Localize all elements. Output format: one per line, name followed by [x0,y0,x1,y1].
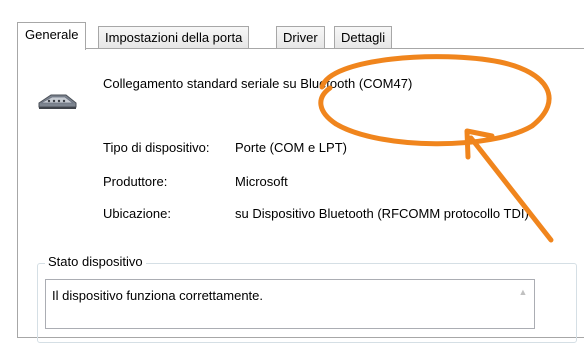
tab-strip: Generale Impostazioni della porta Driver… [17,22,584,50]
device-status-textbox[interactable]: Il dispositivo funziona correttamente. ▲ [45,279,535,329]
location-value: su Dispositivo Bluetooth (RFCOMM protoco… [235,206,529,221]
tab-generale[interactable]: Generale [17,22,87,50]
tab-driver[interactable]: Driver [276,26,325,48]
serial-port-icon [37,86,79,115]
device-status-title: Stato dispositivo [45,254,146,269]
manufacturer-value: Microsoft [235,174,288,189]
device-name: Collegamento standard seriale su Bluetoo… [103,76,413,91]
location-label: Ubicazione: [103,206,171,221]
tab-impostazioni-porta[interactable]: Impostazioni della porta [98,26,250,48]
tab-dettagli[interactable]: Dettagli [334,26,393,48]
device-type-value: Porte (COM e LPT) [235,140,347,155]
scroll-up-arrow-icon[interactable]: ▲ [518,287,528,297]
manufacturer-label: Produttore: [103,174,168,189]
device-status-text: Il dispositivo funziona correttamente. [52,288,263,303]
device-type-label: Tipo di dispositivo: [103,140,210,155]
